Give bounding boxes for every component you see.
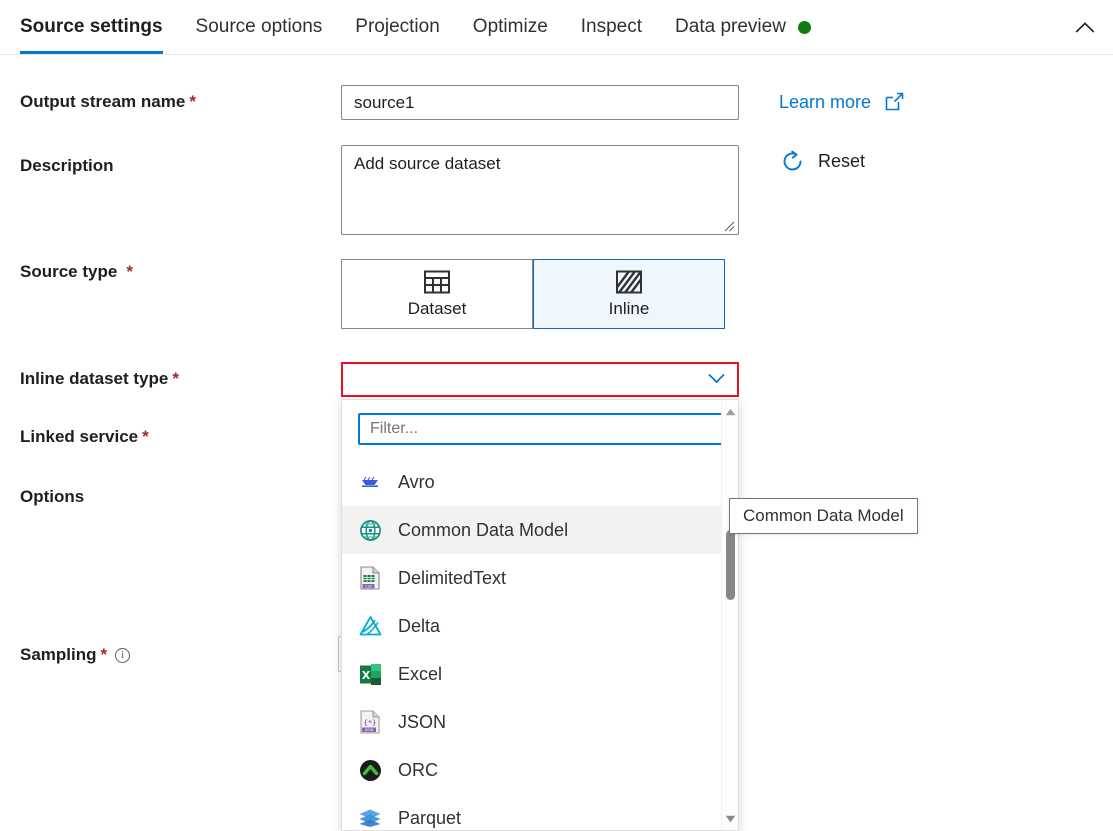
source-type-option-label: Dataset bbox=[407, 298, 467, 318]
required-asterisk: * bbox=[172, 369, 179, 388]
tab-source-options[interactable]: Source options bbox=[196, 0, 323, 54]
dropdown-option-label: DelimitedText bbox=[398, 567, 507, 588]
collapse-panel-button[interactable] bbox=[1065, 10, 1105, 44]
label-inline-dataset-type: Inline dataset type * bbox=[20, 369, 179, 388]
dropdown-option-delimitedtext[interactable]: CSV DelimitedText bbox=[342, 554, 738, 602]
dropdown-filter-input[interactable] bbox=[358, 413, 723, 445]
common-data-model-icon bbox=[358, 518, 382, 542]
tab-projection[interactable]: Projection bbox=[355, 0, 440, 54]
dropdown-option-label: Excel bbox=[398, 663, 443, 684]
label-sampling: Sampling * i bbox=[20, 645, 131, 665]
source-type-option-label: Inline bbox=[608, 298, 650, 318]
dropdown-option-delta[interactable]: Delta bbox=[342, 602, 738, 650]
label-output-stream-name: Output stream name * bbox=[20, 92, 196, 111]
required-asterisk: * bbox=[142, 427, 149, 446]
output-stream-name-input[interactable] bbox=[341, 85, 739, 120]
dropdown-scrollbar[interactable] bbox=[721, 400, 738, 830]
tab-label: Source settings bbox=[20, 16, 163, 37]
inline-dataset-type-dropdown: Avro Common Data Model bbox=[341, 399, 739, 831]
learn-more-link[interactable]: Learn more bbox=[779, 92, 904, 113]
reset-button[interactable]: Reset bbox=[779, 148, 865, 175]
tab-list: Source settings Source options Projectio… bbox=[20, 0, 844, 54]
dropdown-scrollbar-thumb[interactable] bbox=[726, 530, 735, 600]
source-type-option-inline[interactable]: Inline bbox=[533, 259, 725, 329]
active-tab-underline bbox=[20, 51, 163, 54]
dropdown-option-list: Avro Common Data Model CSV DelimitedText… bbox=[342, 458, 738, 830]
dropdown-option-label: ORC bbox=[398, 759, 438, 780]
textarea-resize-grip-icon[interactable] bbox=[722, 219, 735, 232]
excel-icon: X bbox=[358, 662, 382, 686]
svg-text:X: X bbox=[361, 669, 370, 682]
dropdown-option-label: Avro bbox=[398, 471, 435, 492]
json-icon: {*} JSON bbox=[358, 710, 382, 734]
info-circle-icon[interactable]: i bbox=[115, 648, 131, 663]
tab-optimize[interactable]: Optimize bbox=[473, 0, 548, 54]
source-settings-panel: Source settings Source options Projectio… bbox=[0, 0, 1113, 831]
label-description: Description bbox=[20, 156, 114, 175]
dropdown-option-excel[interactable]: X Excel bbox=[342, 650, 738, 698]
label-source-type: Source type * bbox=[20, 262, 133, 281]
tab-source-settings[interactable]: Source settings bbox=[20, 0, 163, 54]
label-linked-service: Linked service * bbox=[20, 427, 149, 446]
dropdown-option-label: Common Data Model bbox=[398, 519, 569, 540]
refresh-circular-arrow-icon bbox=[783, 150, 802, 171]
tooltip-text: Common Data Model bbox=[743, 506, 904, 525]
tab-label: Projection bbox=[355, 16, 440, 37]
required-asterisk: * bbox=[100, 645, 108, 664]
source-type-option-dataset[interactable]: Dataset bbox=[341, 259, 533, 329]
external-link-icon bbox=[885, 92, 904, 111]
tab-label: Inspect bbox=[580, 16, 643, 37]
reset-label: Reset bbox=[818, 151, 866, 171]
label-options: Options bbox=[20, 487, 85, 506]
required-asterisk: * bbox=[126, 262, 133, 281]
dropdown-option-common-data-model[interactable]: Common Data Model bbox=[342, 506, 738, 554]
inline-dataset-type-combobox[interactable] bbox=[341, 362, 739, 397]
source-type-toggle: Dataset Inline bbox=[341, 259, 725, 329]
tab-bar: Source settings Source options Projectio… bbox=[0, 0, 1113, 55]
svg-text:JSON: JSON bbox=[364, 728, 374, 732]
tab-label: Data preview bbox=[675, 16, 786, 37]
hatched-square-icon bbox=[616, 270, 642, 293]
tab-label: Source options bbox=[195, 16, 323, 37]
tab-inspect[interactable]: Inspect bbox=[581, 0, 642, 54]
data-preview-status-dot bbox=[797, 20, 811, 34]
orc-icon bbox=[358, 758, 382, 782]
dropdown-option-label: JSON bbox=[398, 711, 447, 732]
scroll-up-arrow-icon[interactable] bbox=[722, 403, 738, 420]
description-textarea[interactable] bbox=[341, 145, 739, 235]
chevron-down-icon bbox=[708, 371, 725, 389]
tab-label: Optimize bbox=[472, 16, 548, 37]
dropdown-option-parquet[interactable]: Parquet bbox=[342, 794, 738, 830]
common-data-model-tooltip: Common Data Model bbox=[729, 498, 918, 534]
dropdown-option-json[interactable]: {*} JSON JSON bbox=[342, 698, 738, 746]
required-asterisk: * bbox=[189, 92, 196, 111]
dropdown-option-label: Parquet bbox=[398, 807, 462, 828]
svg-text:{*}: {*} bbox=[364, 719, 377, 727]
delimited-text-csv-icon: CSV bbox=[358, 566, 382, 590]
dropdown-option-orc[interactable]: ORC bbox=[342, 746, 738, 794]
tab-data-preview[interactable]: Data preview bbox=[675, 0, 811, 54]
parquet-icon bbox=[358, 806, 382, 830]
chevron-up-icon bbox=[1075, 21, 1095, 33]
delta-icon bbox=[358, 614, 382, 638]
scroll-down-arrow-icon[interactable] bbox=[722, 810, 738, 827]
avro-icon bbox=[358, 470, 382, 494]
dropdown-option-avro[interactable]: Avro bbox=[342, 458, 738, 506]
svg-text:CSV: CSV bbox=[365, 584, 373, 588]
table-grid-icon bbox=[424, 270, 450, 293]
dropdown-option-label: Delta bbox=[398, 615, 441, 636]
